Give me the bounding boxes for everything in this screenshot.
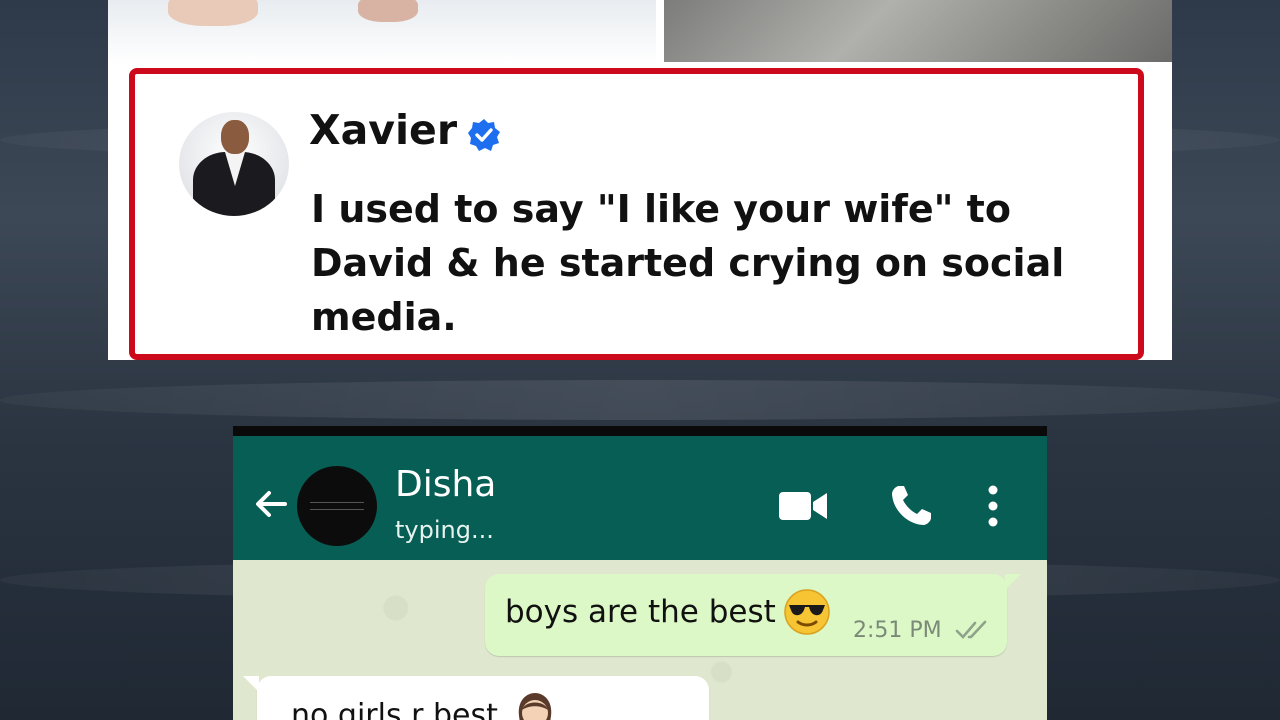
verified-badge-icon	[468, 119, 500, 151]
top-image-strip	[108, 0, 1172, 66]
top-image-left	[108, 0, 656, 64]
sunglasses-emoji-icon	[784, 589, 830, 635]
message-text: no girls r best	[291, 698, 498, 720]
post-card: Xavier I used to say "I like your wife" …	[129, 68, 1144, 360]
message-text: boys are the best	[505, 594, 776, 630]
post-text: I used to say "I like your wife" to Davi…	[311, 187, 1065, 339]
outgoing-message[interactable]: boys are the best 2:51 PM	[485, 574, 1021, 656]
more-options-icon[interactable]	[981, 482, 1005, 530]
avatar-head	[221, 120, 249, 154]
status-bar	[233, 426, 1047, 436]
woman-emoji-icon	[518, 693, 552, 720]
chat-window: Disha typing... boys are the best 2:51 P…	[233, 426, 1047, 720]
video-call-icon[interactable]	[777, 486, 829, 526]
contact-avatar[interactable]	[297, 466, 377, 546]
chat-body[interactable]: boys are the best 2:51 PM no girls r bes…	[233, 560, 1047, 720]
hand-shape	[168, 0, 258, 26]
contact-name[interactable]: Disha	[395, 464, 496, 505]
message-time: 2:51 PM	[853, 618, 942, 643]
double-check-icon	[955, 620, 987, 639]
chat-header: Disha typing...	[233, 436, 1047, 560]
avatar-logo-lines	[310, 502, 364, 510]
hand-shape	[358, 0, 418, 22]
author-avatar[interactable]	[179, 112, 289, 216]
background-wave	[0, 380, 1280, 420]
back-arrow-icon[interactable]	[251, 484, 291, 524]
contact-status: typing...	[395, 516, 494, 544]
author-name[interactable]: Xavier	[309, 106, 457, 154]
incoming-message[interactable]: no girls r best	[243, 676, 709, 720]
phone-call-icon[interactable]	[887, 482, 935, 530]
top-image-right	[664, 0, 1172, 64]
